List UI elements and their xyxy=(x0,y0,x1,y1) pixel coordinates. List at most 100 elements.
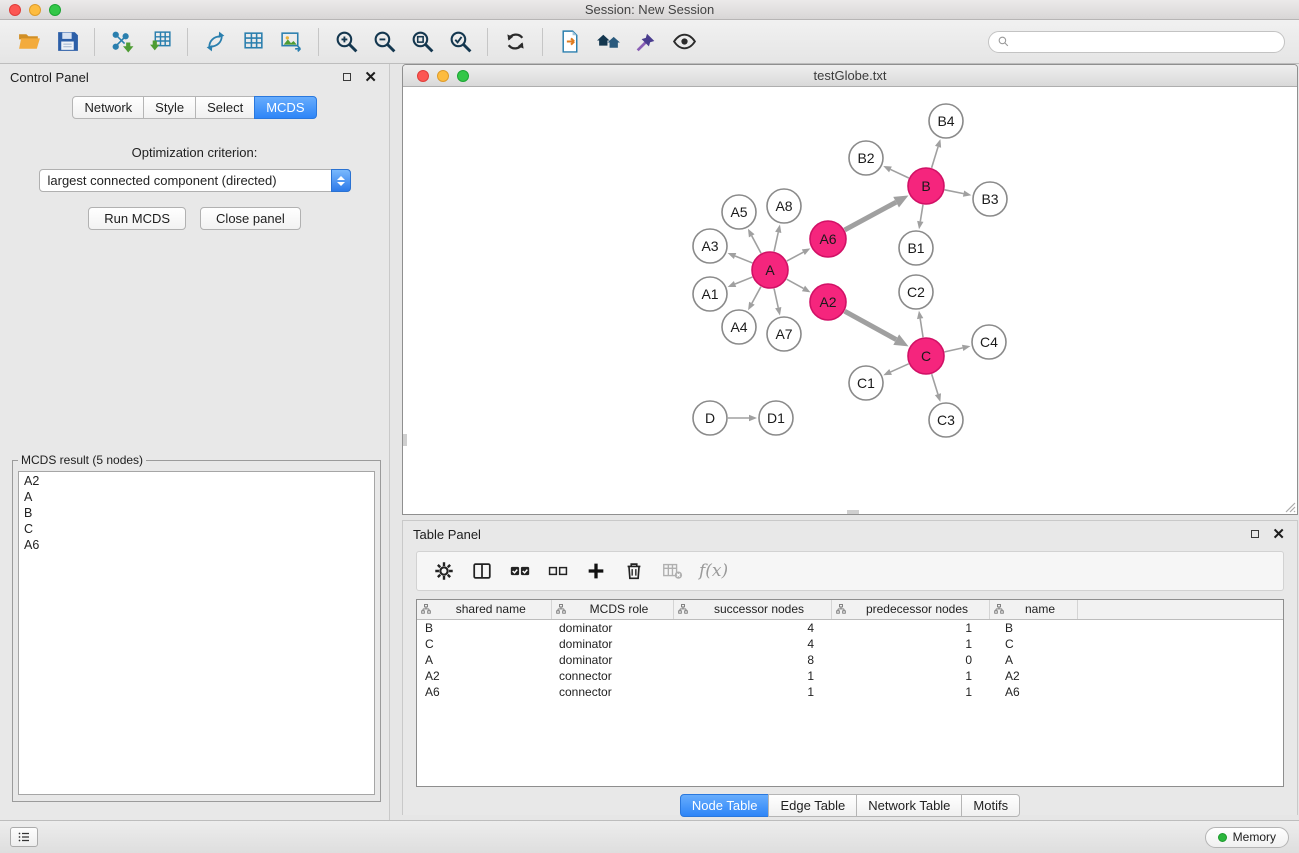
graph-node-C4[interactable]: C4 xyxy=(972,325,1006,359)
delete-row-button[interactable] xyxy=(617,555,651,587)
cell[interactable]: 1 xyxy=(673,684,831,700)
column-header-MCDS-role[interactable]: MCDS role xyxy=(551,600,673,619)
network-minimize-button[interactable] xyxy=(437,70,449,82)
network-canvas[interactable]: B4B2BB3A5A8A6B1A3AC2A1A2A4A7C4CC1C3DD1 xyxy=(403,87,1297,514)
zoom-window-button[interactable] xyxy=(49,4,61,16)
refresh-layout-button[interactable] xyxy=(496,25,534,59)
graph-node-C[interactable]: C xyxy=(908,338,944,374)
graph-node-D[interactable]: D xyxy=(693,401,727,435)
criterion-dropdown[interactable]: largest connected component (directed) xyxy=(39,169,351,192)
cell[interactable]: A xyxy=(417,652,551,668)
graph-node-A[interactable]: A xyxy=(752,252,788,288)
cell[interactable]: dominator xyxy=(551,652,673,668)
column-view-button[interactable] xyxy=(465,555,499,587)
cell[interactable]: 1 xyxy=(831,636,989,652)
column-header-shared-name[interactable]: shared name xyxy=(417,600,551,619)
cell[interactable]: A6 xyxy=(989,684,1077,700)
zoom-in-button[interactable] xyxy=(327,25,365,59)
cell[interactable]: C xyxy=(989,636,1077,652)
edge-C-C1[interactable] xyxy=(891,364,909,372)
settings-button[interactable] xyxy=(427,555,461,587)
column-header-name[interactable]: name xyxy=(989,600,1077,619)
graph-node-A7[interactable]: A7 xyxy=(767,317,801,351)
table-row[interactable]: A6connector11A6 xyxy=(417,684,1283,700)
function-builder-button[interactable]: f(x) xyxy=(699,561,728,581)
cell[interactable]: A2 xyxy=(417,668,551,684)
graph-node-B[interactable]: B xyxy=(908,168,944,204)
graph-node-C1[interactable]: C1 xyxy=(849,366,883,400)
mcds-result-list[interactable]: A2ABCA6 xyxy=(18,471,375,795)
edge-A-A6[interactable] xyxy=(787,252,804,261)
panel-list-button[interactable] xyxy=(10,827,38,847)
edge-C-C4[interactable] xyxy=(945,348,963,352)
close-panel-icon[interactable]: ✕ xyxy=(364,70,377,85)
add-row-button[interactable] xyxy=(579,555,613,587)
graph-node-A3[interactable]: A3 xyxy=(693,229,727,263)
edge-A-A7[interactable] xyxy=(774,289,778,308)
table-tab-network-table[interactable]: Network Table xyxy=(856,794,962,817)
edge-B-B1[interactable] xyxy=(920,205,923,222)
cell[interactable]: C xyxy=(417,636,551,652)
save-session-button[interactable] xyxy=(48,25,86,59)
import-table-button[interactable] xyxy=(141,25,179,59)
graph-node-A1[interactable]: A1 xyxy=(693,277,727,311)
export-image-button[interactable] xyxy=(272,25,310,59)
delete-table-button[interactable] xyxy=(655,555,689,587)
column-header-predecessor-nodes[interactable]: predecessor nodes xyxy=(831,600,989,619)
table-row[interactable]: Adominator80A xyxy=(417,652,1283,668)
graph-node-A5[interactable]: A5 xyxy=(722,195,756,229)
graph-node-C2[interactable]: C2 xyxy=(899,275,933,309)
graph-node-B3[interactable]: B3 xyxy=(973,182,1007,216)
cell[interactable]: A6 xyxy=(417,684,551,700)
cell[interactable]: 0 xyxy=(831,652,989,668)
cell[interactable]: 1 xyxy=(673,668,831,684)
close-table-panel-icon[interactable]: ✕ xyxy=(1272,527,1285,542)
table-tab-motifs[interactable]: Motifs xyxy=(961,794,1020,817)
memory-button[interactable]: Memory xyxy=(1205,827,1289,848)
minimize-window-button[interactable] xyxy=(29,4,41,16)
column-header-successor-nodes[interactable]: successor nodes xyxy=(673,600,831,619)
tab-select[interactable]: Select xyxy=(195,96,255,119)
cell[interactable]: A xyxy=(989,652,1077,668)
float-table-panel-icon[interactable] xyxy=(1251,530,1259,538)
cell[interactable]: connector xyxy=(551,668,673,684)
tab-mcds[interactable]: MCDS xyxy=(254,96,316,119)
edge-A-A1[interactable] xyxy=(735,277,752,284)
mcds-result-item[interactable]: B xyxy=(19,505,374,521)
cell[interactable]: dominator xyxy=(551,636,673,652)
graph-node-A6[interactable]: A6 xyxy=(810,221,846,257)
close-panel-button[interactable]: Close panel xyxy=(200,207,301,230)
graph-node-A8[interactable]: A8 xyxy=(767,189,801,223)
graph-node-C3[interactable]: C3 xyxy=(929,403,963,437)
cell[interactable]: 1 xyxy=(831,619,989,636)
edge-B-B3[interactable] xyxy=(945,190,964,194)
cell[interactable]: connector xyxy=(551,684,673,700)
edge-A6-B[interactable] xyxy=(845,202,896,230)
cell[interactable]: 4 xyxy=(673,619,831,636)
network-window-titlebar[interactable]: testGlobe.txt xyxy=(403,65,1297,87)
import-network-button[interactable] xyxy=(103,25,141,59)
table-tab-node-table[interactable]: Node Table xyxy=(680,794,770,817)
search-input[interactable] xyxy=(1015,35,1276,49)
cell[interactable]: 1 xyxy=(831,668,989,684)
network-close-button[interactable] xyxy=(417,70,429,82)
graph-node-B1[interactable]: B1 xyxy=(899,231,933,265)
resize-grip-icon[interactable] xyxy=(1283,500,1296,513)
edge-B-B4[interactable] xyxy=(932,147,938,168)
table-tab-edge-table[interactable]: Edge Table xyxy=(768,794,857,817)
show-graphics-button[interactable] xyxy=(665,25,703,59)
network-graph[interactable]: B4B2BB3A5A8A6B1A3AC2A1A2A4A7C4CC1C3DD1 xyxy=(403,87,1297,514)
cell[interactable]: 1 xyxy=(831,684,989,700)
table-row[interactable]: Cdominator41C xyxy=(417,636,1283,652)
edge-B-B2[interactable] xyxy=(890,169,908,178)
graph-node-D1[interactable]: D1 xyxy=(759,401,793,435)
mcds-result-item[interactable]: C xyxy=(19,521,374,537)
cell[interactable]: dominator xyxy=(551,619,673,636)
graph-node-B4[interactable]: B4 xyxy=(929,104,963,138)
graph-node-A2[interactable]: A2 xyxy=(810,284,846,320)
zoom-selected-button[interactable] xyxy=(441,25,479,59)
edge-C-C2[interactable] xyxy=(920,319,923,338)
edge-C-C3[interactable] xyxy=(932,374,938,394)
open-session-button[interactable] xyxy=(10,25,48,59)
cell[interactable]: 8 xyxy=(673,652,831,668)
